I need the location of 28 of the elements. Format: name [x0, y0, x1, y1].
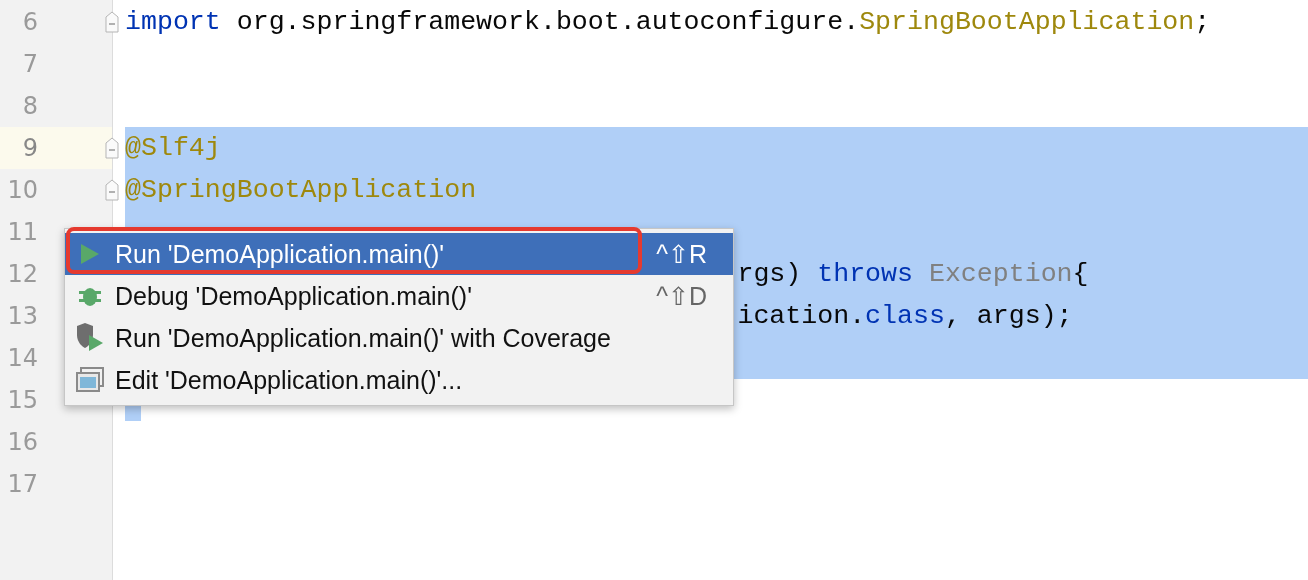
line-number: 16 — [7, 428, 38, 456]
code-line: import org.springframework.boot.autoconfigure.SpringBootApplication; — [125, 6, 1211, 39]
fold-icon[interactable] — [105, 137, 119, 159]
menu-item[interactable]: Edit 'DemoApplication.main()'... — [65, 359, 733, 401]
code-line: @SpringBootApplication — [125, 174, 477, 207]
menu-item[interactable]: Run 'DemoApplication.main()' with Coverage — [65, 317, 733, 359]
shield-run-icon — [75, 323, 105, 353]
code-line: rgs) throws Exception{ — [737, 258, 1089, 291]
line-number: 6 — [22, 8, 38, 36]
line-number: 8 — [22, 92, 38, 120]
code-line: @Slf4j — [125, 132, 221, 165]
menu-item[interactable]: Debug 'DemoApplication.main()' ^⇧D — [65, 275, 733, 317]
line-number: 10 — [7, 176, 38, 204]
line-number: 7 — [22, 50, 38, 78]
line-number: 13 — [7, 302, 38, 330]
line-number: 9 — [22, 134, 38, 162]
fold-icon[interactable] — [105, 179, 119, 201]
bug-icon — [78, 285, 102, 307]
code-line: ication.class, args); — [737, 300, 1073, 333]
line-number: 12 — [7, 260, 38, 288]
line-number: 11 — [7, 218, 38, 246]
line-number: 17 — [7, 470, 38, 498]
menu-item[interactable]: Run 'DemoApplication.main()' ^⇧R — [65, 233, 733, 275]
fold-icon[interactable] — [105, 11, 119, 33]
window-icon — [76, 367, 104, 393]
line-number: 14 — [7, 344, 38, 372]
run-icon — [80, 243, 100, 265]
line-number: 15 — [7, 386, 38, 414]
